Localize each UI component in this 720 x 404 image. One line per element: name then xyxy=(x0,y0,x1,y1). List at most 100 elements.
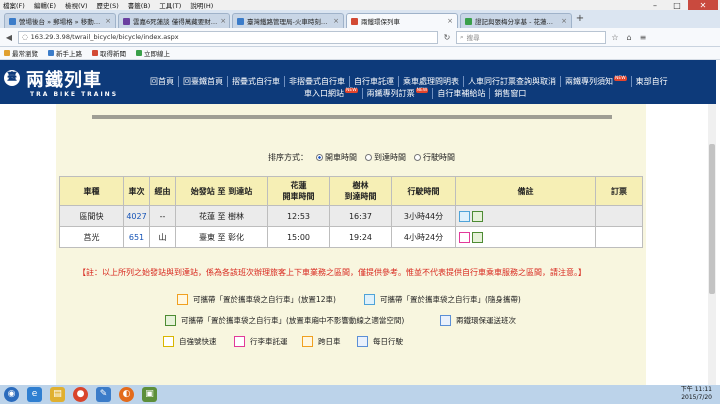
paint-icon[interactable]: ✎ xyxy=(96,387,111,402)
nav-bike-train-booking[interactable]: 兩鐵專列訂票 NEW xyxy=(363,88,434,99)
tab-title: 證記與張梅分享基 - 花蓮… xyxy=(475,18,553,26)
cell-booking[interactable] xyxy=(595,205,643,227)
header-booking: 訂票 xyxy=(595,176,643,206)
favicon-icon xyxy=(9,17,16,25)
cell-train-type: 區間快 xyxy=(59,205,124,227)
train-number-link[interactable]: 651 xyxy=(123,226,150,248)
nav-tra-home[interactable]: 回臺鐵首頁 xyxy=(179,76,228,87)
table-row: 區間快 4027 -- 花蓮 至 樹林 12:53 16:37 3小時44分 xyxy=(59,205,643,227)
eco-train-icon xyxy=(440,315,451,326)
sort-label: 排序方式： xyxy=(268,153,308,162)
radio-icon[interactable] xyxy=(365,154,372,161)
cell-duration: 3小時44分 xyxy=(391,205,456,227)
firefox-icon[interactable]: ◐ xyxy=(119,387,134,402)
sort-by-arrival[interactable]: 到達時間 xyxy=(365,152,406,163)
close-tab-icon[interactable]: × xyxy=(105,17,111,25)
legend-item: 可攜帶「置於攜車袋之自行車」(隨身攜帶) xyxy=(363,294,521,305)
bookmark-item[interactable]: 立即線上 xyxy=(136,48,170,58)
menu-bookmarks[interactable]: 書籤(B) xyxy=(128,0,151,10)
nav-booking-query[interactable]: 人車同行訂票查詢與取消 xyxy=(464,76,561,87)
train-number-link[interactable]: 4027 xyxy=(123,205,150,227)
tra-logo-icon[interactable]: 臺 xyxy=(4,70,20,86)
page-scrollbar[interactable] xyxy=(708,104,716,385)
radio-icon[interactable] xyxy=(414,154,421,161)
menu-view[interactable]: 檢視(V) xyxy=(65,0,88,10)
back-icon[interactable]: ◀ xyxy=(4,33,14,42)
menu-help[interactable]: 說明(H) xyxy=(190,0,213,10)
close-tab-icon[interactable]: × xyxy=(447,17,453,25)
sort-by-departure[interactable]: 開車時間 xyxy=(316,152,357,163)
disclaimer-note: 【註：以上所列之始發站與到達站，係為各該班次辦理旅客上下車業務之區間，僅提供參考… xyxy=(78,268,586,277)
nav-ride-info[interactable]: 乘車處理問明表 xyxy=(399,76,464,87)
nav-nonfolding-bike[interactable]: 非摺疊式自行車 xyxy=(285,76,350,87)
header-departure: 花蓮 開車時間 xyxy=(267,176,330,206)
search-box[interactable]: ⌕ 搜尋 xyxy=(456,30,606,44)
menu-edit[interactable]: 編輯(E) xyxy=(34,0,56,10)
luggage-car-icon xyxy=(234,336,245,347)
tab-strip: 營場後台 » 郵場格 » 移動… × 雲嘉6死蓮談 僅得萬藏要財… × 臺灣鐵路管理… xyxy=(0,10,720,28)
bookmark-icon xyxy=(92,50,98,56)
browser-tab[interactable]: 營場後台 » 郵場格 » 移動… × xyxy=(4,13,116,28)
system-clock[interactable]: 下午 11:11 2015/7/20 xyxy=(681,386,712,402)
app-icon[interactable]: ▣ xyxy=(142,387,157,402)
favicon-icon xyxy=(351,17,358,25)
nav-bike-train-notice[interactable]: 兩鐵專列須知 NEW xyxy=(561,76,632,87)
cell-departure: 12:53 xyxy=(267,205,330,227)
search-icon: ⌕ xyxy=(460,32,464,41)
search-placeholder: 搜尋 xyxy=(466,34,480,42)
cell-remarks xyxy=(455,226,596,248)
header-duration: 行駛時間 xyxy=(391,176,456,206)
site-header: 臺 兩鐵列車 TRA BIKE TRAINS 回首頁 回臺鐵首頁 摺疊式自行車 … xyxy=(0,60,716,104)
tab-title: 雲嘉6死蓮談 僅得萬藏要財… xyxy=(133,18,218,26)
menu-tools[interactable]: 工具(T) xyxy=(159,0,181,10)
bike-bag-carry-icon xyxy=(364,294,375,305)
bookmark-item[interactable]: 新手上路 xyxy=(48,48,82,58)
nav-sales-window[interactable]: 銷售窗口 xyxy=(490,88,530,99)
reload-icon[interactable]: ↻ xyxy=(442,33,452,42)
close-tab-icon[interactable]: × xyxy=(561,17,567,25)
home-icon[interactable]: ⌂ xyxy=(624,33,634,42)
new-tab-button[interactable]: + xyxy=(574,14,586,26)
chrome-icon[interactable]: ● xyxy=(73,387,88,402)
cell-arrival: 16:37 xyxy=(329,205,392,227)
cell-route: 花蓮 至 樹林 xyxy=(175,205,268,227)
cell-departure: 15:00 xyxy=(267,226,330,248)
nav-bike-shipping[interactable]: 自行車託運 xyxy=(350,76,399,87)
sort-by-duration[interactable]: 行駛時間 xyxy=(414,152,455,163)
tab-title: 營場後台 » 郵場格 » 移動… xyxy=(19,18,101,26)
luggage-car-icon xyxy=(459,231,470,243)
nav-bike-portal[interactable]: 車入口網站 NEW xyxy=(300,88,363,99)
close-tab-icon[interactable]: × xyxy=(220,17,226,25)
cropped-text-row xyxy=(92,115,612,119)
nav-bike-supply[interactable]: 自行車補給站 xyxy=(433,88,491,99)
bookmark-item[interactable]: 取得新聞 xyxy=(92,48,126,58)
browser-tab[interactable]: 雲嘉6死蓮談 僅得萬藏要財… × xyxy=(118,13,230,28)
favicon-icon xyxy=(465,17,472,25)
navigation-bar: ◀ ◌ 163.29.3.98/twrail_bicycle/bicycle/i… xyxy=(0,28,720,47)
cell-route: 臺東 至 彰化 xyxy=(175,226,268,248)
menu-history[interactable]: 歷史(S) xyxy=(97,0,119,10)
nav-home[interactable]: 回首頁 xyxy=(146,76,179,87)
cell-booking[interactable] xyxy=(595,226,643,248)
explorer-icon[interactable]: ▤ xyxy=(50,387,65,402)
cell-train-type: 莒光 xyxy=(59,226,124,248)
nav-east-bike[interactable]: 東部自行 xyxy=(632,76,672,87)
browser-tab[interactable]: 證記與張梅分享基 - 花蓮… × xyxy=(460,13,572,28)
menu-file[interactable]: 檔案(F) xyxy=(3,0,25,10)
menu-icon[interactable]: ≡ xyxy=(638,33,648,42)
start-button-icon[interactable]: ◉ xyxy=(4,387,19,402)
ie-icon[interactable]: e xyxy=(27,387,42,402)
radio-icon[interactable] xyxy=(316,154,323,161)
nav-folding-bike[interactable]: 摺疊式自行車 xyxy=(228,76,285,87)
site-logo-subtitle: TRA BIKE TRAINS xyxy=(30,91,119,98)
browser-tab-active[interactable]: 兩鐵環保列車 × xyxy=(346,13,458,28)
star-icon[interactable]: ☆ xyxy=(610,33,620,42)
site-logo-title[interactable]: 兩鐵列車 xyxy=(26,66,102,92)
bookmark-item[interactable]: 最常瀏覽 xyxy=(4,48,38,58)
address-bar[interactable]: ◌ 163.29.3.98/twrail_bicycle/bicycle/ind… xyxy=(18,30,438,44)
header-remarks: 備註 xyxy=(455,176,596,206)
browser-tab[interactable]: 臺灣鐵路管理局-火車時刻… × xyxy=(232,13,344,28)
close-tab-icon[interactable]: × xyxy=(333,17,339,25)
bike-bag-carry-icon xyxy=(459,210,470,222)
scrollbar-thumb[interactable] xyxy=(709,144,715,294)
